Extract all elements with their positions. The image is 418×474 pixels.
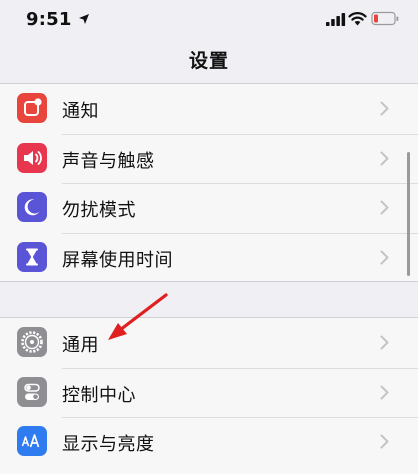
status-bar: 9:51 xyxy=(0,0,418,40)
chevron-right-icon xyxy=(380,335,389,350)
row-label: 控制中心 xyxy=(62,384,136,406)
settings-row-sounds[interactable]: 声音与触感 xyxy=(0,133,418,184)
page-title: 设置 xyxy=(188,50,229,72)
chevron-right-icon xyxy=(380,200,389,215)
chevron-right-icon xyxy=(380,250,389,264)
chevron-right-icon xyxy=(380,151,389,165)
settings-group-2: 通用 控制中心 显示与亮度 xyxy=(0,317,418,474)
moon-icon xyxy=(17,192,47,222)
row-label: 通用 xyxy=(62,335,99,356)
wifi-icon xyxy=(348,12,367,26)
settings-row-screen-time[interactable]: 屏幕使用时间 xyxy=(0,232,418,283)
notifications-icon xyxy=(17,93,47,123)
display-icon xyxy=(17,426,47,456)
battery-icon xyxy=(371,11,399,26)
scrollbar[interactable] xyxy=(407,152,410,276)
sound-icon xyxy=(17,142,47,173)
red-arrow-annotation xyxy=(108,293,168,340)
row-label: 显示与亮度 xyxy=(62,434,155,455)
settings-screen: 9:51 设置 通知 声音与触感 勿扰模式 屏幕使用时间 通用 控制中心 显示与… xyxy=(0,0,418,474)
signal-icon xyxy=(326,13,346,26)
settings-row-display-brightness[interactable]: 显示与亮度 xyxy=(0,417,418,467)
settings-group-1: 通知 声音与触感 勿扰模式 屏幕使用时间 xyxy=(0,84,418,282)
status-time: 9:51 xyxy=(26,9,72,30)
gear-icon xyxy=(17,327,47,357)
chevron-right-icon xyxy=(380,434,389,449)
hourglass-icon xyxy=(17,241,47,272)
settings-row-control-center[interactable]: 控制中心 xyxy=(0,367,418,418)
settings-row-general[interactable]: 通用 xyxy=(0,318,418,368)
chevron-right-icon xyxy=(380,101,389,116)
toggle-icon xyxy=(17,376,47,407)
settings-row-do-not-disturb[interactable]: 勿扰模式 xyxy=(0,183,418,233)
chevron-right-icon xyxy=(380,385,389,399)
row-label: 勿扰模式 xyxy=(62,200,136,221)
row-label: 通知 xyxy=(62,101,99,122)
group-divider xyxy=(0,281,418,282)
row-label: 声音与触感 xyxy=(62,150,155,172)
row-label: 屏幕使用时间 xyxy=(62,249,173,271)
location-arrow-icon xyxy=(79,14,89,24)
settings-row-notifications[interactable]: 通知 xyxy=(0,84,418,134)
